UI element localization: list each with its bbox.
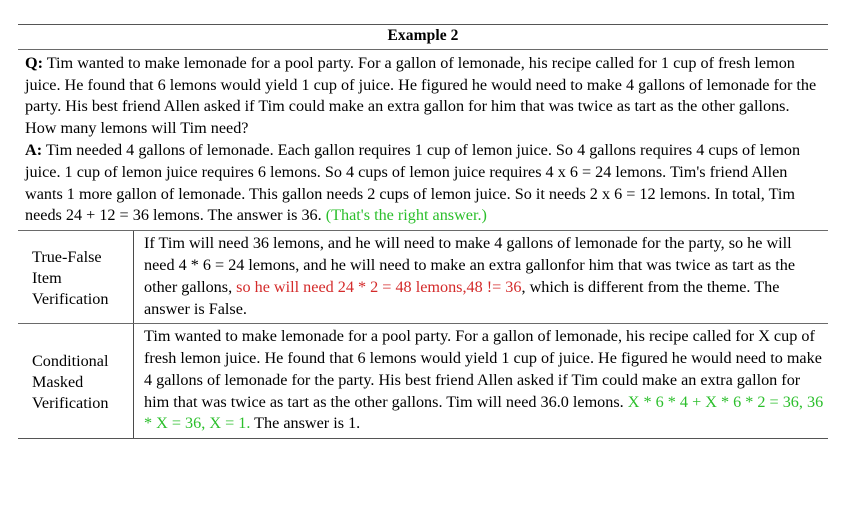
row-label-line: Item bbox=[32, 268, 62, 287]
answer-prefix: A: bbox=[25, 141, 43, 160]
answer-paragraph: A: Tim needed 4 gallons of lemonade. Eac… bbox=[25, 140, 822, 227]
question-paragraph: Q: Tim wanted to make lemonade for a poo… bbox=[25, 53, 822, 140]
row-text-after: The answer is 1. bbox=[250, 414, 361, 433]
row-body-paragraph: If Tim will need 36 lemons, and he will … bbox=[144, 233, 824, 320]
row-body-paragraph: Tim wanted to make lemonade for a pool p… bbox=[144, 326, 824, 435]
example-table: Example 2 Q: Tim wanted to make lemonade… bbox=[18, 24, 828, 440]
row-label-line: True-False bbox=[32, 247, 102, 266]
figure-page: Example 2 Q: Tim wanted to make lemonade… bbox=[0, 0, 841, 515]
row-label-line: Verification bbox=[32, 393, 109, 412]
row-label-true-false: True-False Item Verification bbox=[18, 231, 133, 323]
row-label-line: Masked bbox=[32, 372, 84, 391]
row-text-highlight: so he will need 24 * 2 = 48 lemons,48 !=… bbox=[236, 277, 522, 296]
question-prefix: Q: bbox=[25, 53, 43, 72]
row-body-true-false: If Tim will need 36 lemons, and he will … bbox=[134, 231, 828, 323]
row-label-conditional-masked: Conditional Masked Verification bbox=[18, 324, 133, 438]
table-bottom-rule bbox=[18, 438, 828, 440]
answer-verdict-highlight: (That's the right answer.) bbox=[325, 206, 487, 225]
row-label-line: Verification bbox=[32, 289, 109, 308]
row-label-line: Conditional bbox=[32, 351, 109, 370]
question-text: Tim wanted to make lemonade for a pool p… bbox=[25, 53, 817, 138]
qa-cell: Q: Tim wanted to make lemonade for a poo… bbox=[18, 50, 828, 230]
row-body-conditional-masked: Tim wanted to make lemonade for a pool p… bbox=[134, 324, 828, 438]
table-caption: Example 2 bbox=[18, 25, 828, 49]
table-row-conditional-masked: Conditional Masked Verification Tim want… bbox=[18, 324, 828, 439]
caption-text: Example 2 bbox=[387, 27, 459, 44]
table-row-true-false: True-False Item Verification If Tim will… bbox=[18, 231, 828, 324]
